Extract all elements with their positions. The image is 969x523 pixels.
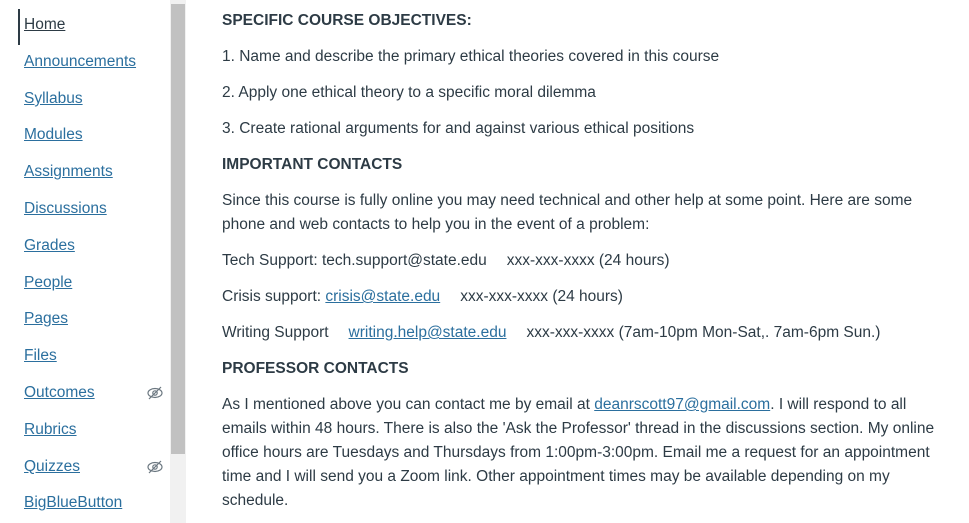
nav-modules[interactable]: Modules [24, 126, 83, 144]
nav-people[interactable]: People [24, 274, 72, 292]
professor-text-start: As I mentioned above you can contact me … [222, 396, 595, 413]
tech-support-label: Tech Support: tech.support@state.edu [222, 252, 487, 269]
professor-email-link[interactable]: deanrscott97@gmail.com [594, 396, 770, 413]
nav-syllabus[interactable]: Syllabus [24, 90, 83, 108]
professor-contacts-text: As I mentioned above you can contact me … [222, 393, 942, 513]
nav-pages[interactable]: Pages [24, 310, 68, 328]
contacts-intro: Since this course is fully online you ma… [222, 192, 913, 233]
nav-announcements[interactable]: Announcements [24, 53, 136, 71]
nav-rubrics[interactable]: Rubrics [24, 421, 77, 439]
eye-slash-icon [147, 386, 163, 400]
nav-assignments[interactable]: Assignments [24, 163, 113, 181]
objectives-heading: SPECIFIC COURSE OBJECTIVES: [222, 12, 472, 29]
professor-heading: PROFESSOR CONTACTS [222, 360, 409, 377]
active-item-indicator [18, 9, 20, 45]
crisis-email-link[interactable]: crisis@state.edu [325, 288, 440, 305]
writing-email-link[interactable]: writing.help@state.edu [349, 324, 507, 341]
crisis-support-label: Crisis support: [222, 288, 326, 305]
nav-bigbluebutton[interactable]: BigBlueButton [24, 494, 122, 512]
tech-support-line: Tech Support: tech.support@state.edu xxx-… [222, 249, 670, 273]
nav-grades[interactable]: Grades [24, 237, 75, 255]
writing-support-phone: xxx-xxx-xxxx (7am-10pm Mon-Sat,. 7am-6pm… [526, 324, 881, 341]
writing-support-label: Writing Support [222, 324, 329, 341]
course-navigation: Home Announcements Syllabus Modules Assi… [0, 0, 170, 523]
crisis-support-phone: xxx-xxx-xxxx (24 hours) [460, 288, 623, 305]
objective-item: 2. Apply one ethical theory to a specifi… [222, 84, 596, 101]
objective-item: 1. Name and describe the primary ethical… [222, 48, 720, 65]
nav-home[interactable]: Home [24, 16, 65, 34]
objective-item: 3. Create rational arguments for and aga… [222, 120, 695, 137]
nav-quizzes[interactable]: Quizzes [24, 458, 80, 476]
crisis-support-line: Crisis support: crisis@state.edu xxx-xxx-… [222, 285, 623, 309]
nav-discussions[interactable]: Discussions [24, 200, 107, 218]
contacts-heading: IMPORTANT CONTACTS [222, 156, 403, 173]
writing-support-line: Writing Support writing.help@state.edu xxx… [222, 321, 880, 345]
sidebar-scrollbar-thumb[interactable] [171, 4, 185, 454]
eye-slash-icon [147, 460, 163, 474]
tech-support-phone: xxx-xxx-xxxx (24 hours) [506, 252, 670, 269]
nav-files[interactable]: Files [24, 347, 57, 365]
nav-outcomes[interactable]: Outcomes [24, 384, 95, 402]
